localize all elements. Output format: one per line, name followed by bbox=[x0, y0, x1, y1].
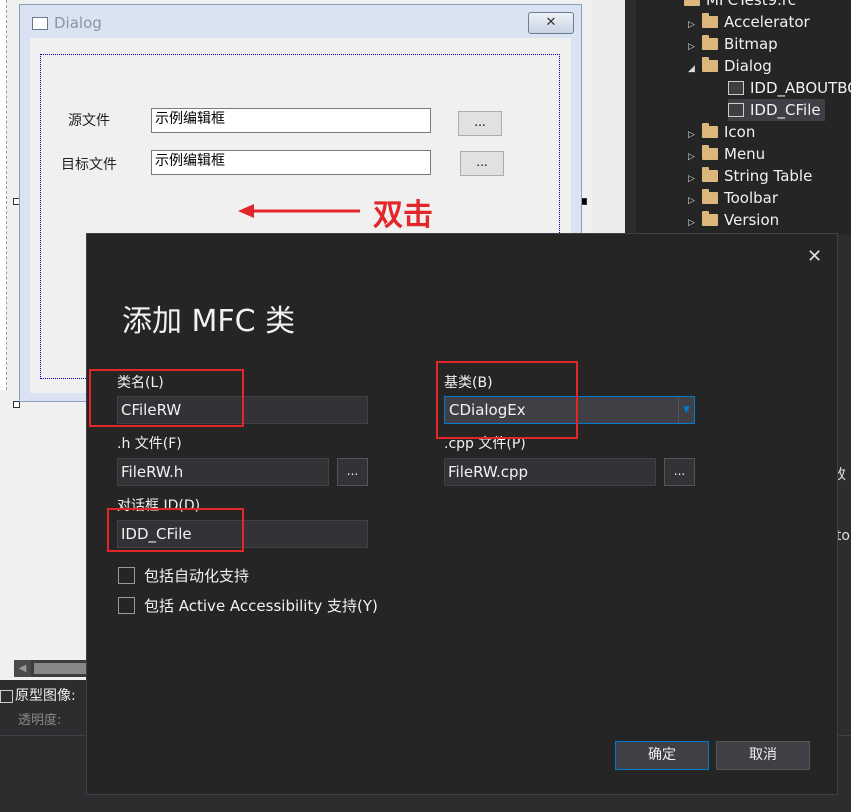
folder-icon bbox=[702, 145, 718, 160]
annotation-text: 双击 bbox=[373, 198, 433, 233]
tree-item-bitmap[interactable]: ▷ Bitmap bbox=[688, 33, 778, 55]
highlight-dialog-id bbox=[107, 508, 244, 552]
h-file-label: .h 文件(F) bbox=[117, 436, 182, 452]
folder-icon bbox=[702, 167, 718, 182]
target-file-label[interactable]: 目标文件 bbox=[61, 154, 117, 174]
cpp-file-browse-button[interactable]: ... bbox=[664, 458, 695, 486]
source-browse-button[interactable]: ... bbox=[458, 111, 502, 136]
cancel-button[interactable]: 取消 bbox=[716, 741, 810, 770]
annotation-arrow-icon bbox=[238, 204, 360, 218]
dialog-title: 添加 MFC 类 bbox=[122, 304, 296, 339]
target-browse-button[interactable]: ... bbox=[460, 151, 504, 176]
tree-item-rc-file[interactable]: MFCTest9.rc bbox=[684, 0, 796, 11]
source-file-edit[interactable]: 示例编辑框 bbox=[151, 108, 431, 133]
vertical-ruler bbox=[0, 0, 7, 390]
h-file-browse-button[interactable]: ... bbox=[337, 458, 368, 486]
prototype-image-toggle[interactable]: 原型图像: bbox=[0, 685, 76, 705]
target-file-edit[interactable]: 示例编辑框 bbox=[151, 150, 431, 175]
tree-item-version[interactable]: ▷ Version bbox=[688, 209, 779, 231]
highlight-base-class bbox=[436, 361, 578, 439]
accessibility-checkbox[interactable]: 包括 Active Accessibility 支持(Y) bbox=[118, 595, 378, 616]
folder-icon bbox=[702, 35, 718, 50]
ok-button[interactable]: 确定 bbox=[615, 741, 709, 770]
tree-item-idd-cfile[interactable]: IDD_CFile bbox=[728, 99, 825, 121]
highlight-class-name bbox=[89, 369, 244, 427]
h-file-input[interactable]: FileRW.h bbox=[117, 458, 329, 486]
tree-item-idd-aboutbox[interactable]: IDD_ABOUTBOX bbox=[728, 77, 851, 99]
checkbox-icon[interactable] bbox=[0, 689, 13, 703]
folder-icon bbox=[702, 123, 718, 138]
dialog-window-icon bbox=[32, 17, 48, 30]
opacity-label: 透明度: bbox=[18, 713, 62, 728]
expand-arrow-icon[interactable]: ▷ bbox=[688, 212, 702, 234]
dialog-title: Dialog bbox=[32, 14, 102, 32]
chevron-down-icon[interactable]: ▼ bbox=[678, 397, 694, 423]
dialog-resource-icon bbox=[728, 103, 744, 117]
folder-icon bbox=[684, 0, 700, 6]
checkbox-icon[interactable] bbox=[118, 567, 135, 584]
cpp-file-input[interactable]: FileRW.cpp bbox=[444, 458, 656, 486]
open-folder-icon bbox=[702, 57, 718, 72]
scroll-left-icon[interactable]: ◀ bbox=[14, 660, 31, 677]
checkbox-icon[interactable] bbox=[118, 597, 135, 614]
source-file-label[interactable]: 源文件 bbox=[68, 110, 110, 130]
tree-item-menu[interactable]: ▷ Menu bbox=[688, 143, 765, 165]
resource-view-tree: MFCTest9.rc ▷ Accelerator ▷ Bitmap ◢ Dialog… bbox=[636, 0, 851, 235]
dialog-resource-icon bbox=[728, 81, 744, 95]
tree-item-dialog[interactable]: ◢ Dialog bbox=[688, 55, 772, 77]
folder-icon bbox=[702, 13, 718, 28]
dialog-close-button[interactable]: ✕ bbox=[528, 12, 574, 34]
collapse-arrow-icon[interactable]: ◢ bbox=[688, 58, 702, 80]
resize-handle[interactable] bbox=[13, 401, 20, 408]
tree-item-accelerator[interactable]: ▷ Accelerator bbox=[688, 11, 810, 33]
tree-item-icon[interactable]: ▷ Icon bbox=[688, 121, 755, 143]
tree-item-toolbar[interactable]: ▷ Toolbar bbox=[688, 187, 778, 209]
tree-item-string-table[interactable]: ▷ String Table bbox=[688, 165, 812, 187]
folder-icon bbox=[702, 189, 718, 204]
close-icon[interactable]: ✕ bbox=[807, 246, 822, 267]
automation-checkbox[interactable]: 包括自动化支持 bbox=[118, 565, 249, 586]
folder-icon bbox=[702, 211, 718, 226]
